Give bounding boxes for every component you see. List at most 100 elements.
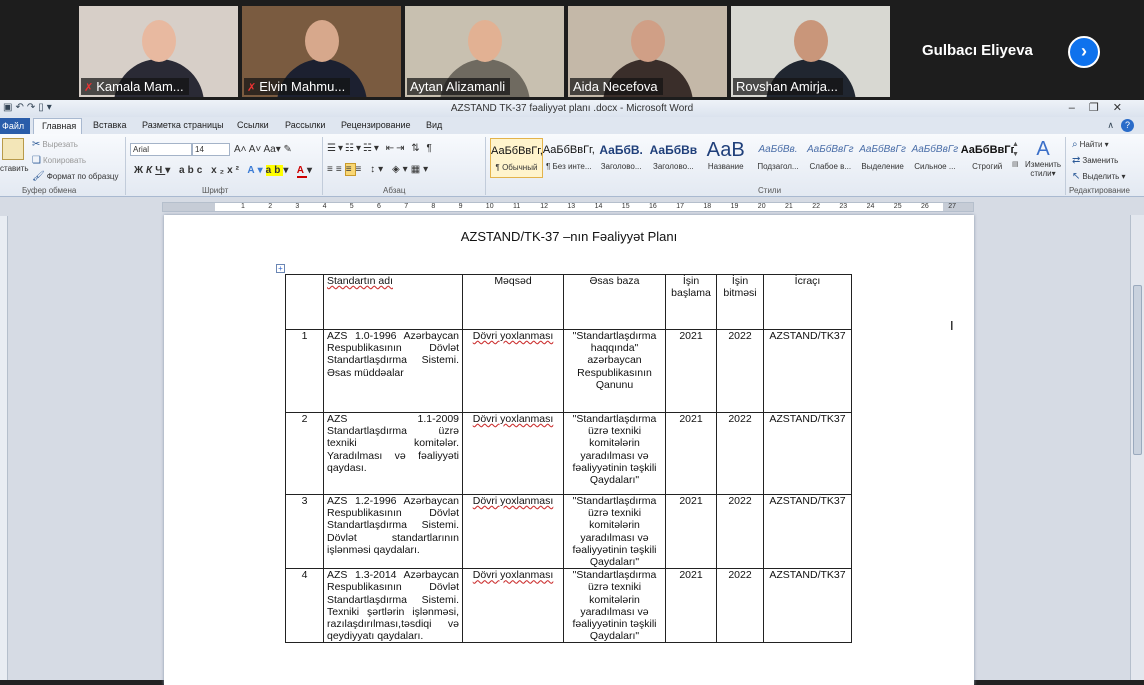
font-size-tools[interactable]: A˄ A˅ Aa▾ ✎: [234, 144, 292, 155]
cell-goal[interactable]: Dövri yoxlanması: [462, 568, 564, 644]
table-row[interactable]: 1 AZS 1.0-1996 Azərbaycan Respublikasının…: [285, 329, 852, 413]
tab-file[interactable]: Файл: [0, 118, 30, 134]
cell-number[interactable]: 4: [285, 568, 324, 644]
subscript-icon[interactable]: x₂: [211, 165, 227, 176]
cell-start[interactable]: 2021: [665, 329, 717, 413]
help-icon[interactable]: ?: [1121, 119, 1134, 132]
vertical-scrollbar[interactable]: [1130, 215, 1144, 680]
bullets-icon[interactable]: ☰▾: [327, 143, 345, 154]
borders-icon[interactable]: ▦▾: [411, 164, 431, 175]
align-center-icon[interactable]: ≡: [336, 164, 345, 175]
participant-tile[interactable]: Aytan Alizamanli: [405, 6, 564, 97]
cell-base[interactable]: "Standartlaşdırma üzrə texniki komitələr…: [563, 493, 666, 570]
style-item[interactable]: АаБбВвГг, ¶ Без инте...: [542, 138, 595, 178]
italic-icon[interactable]: К: [146, 165, 155, 176]
tab-references[interactable]: Ссылки: [237, 120, 269, 130]
list-buttons[interactable]: ☰▾☷▾☵▾ ⇤⇥ ⇅ ¶: [327, 143, 434, 154]
font-color-icon[interactable]: A: [296, 165, 307, 178]
line-spacing-icon[interactable]: ↕▾: [370, 164, 386, 175]
window-controls[interactable]: –❐✕: [1069, 101, 1136, 114]
tab-page-layout[interactable]: Разметка страницы: [142, 120, 224, 130]
participant-tile[interactable]: ✗ Kamala Mam...: [79, 6, 238, 97]
shrink-font-icon[interactable]: A˅: [249, 144, 262, 155]
cell-goal[interactable]: Dövri yoxlanması: [462, 493, 564, 570]
shading-icon[interactable]: ◈▾: [392, 164, 411, 175]
sort-icon[interactable]: ⇅: [411, 143, 421, 154]
highlight-icon[interactable]: ab: [265, 165, 284, 176]
style-item[interactable]: АаБбВвГг Сильное ...: [908, 138, 961, 178]
cell-end[interactable]: 2022: [716, 329, 764, 413]
justify-icon[interactable]: ≡: [356, 164, 365, 175]
close-icon[interactable]: ✕: [1113, 102, 1136, 114]
pilcrow-icon[interactable]: ¶: [426, 143, 433, 154]
cell-end[interactable]: 2022: [716, 568, 764, 644]
style-item[interactable]: АаБбВв. Подзагол...: [752, 138, 805, 178]
grow-font-icon[interactable]: A˄: [234, 144, 247, 155]
cell-end[interactable]: 2022: [716, 493, 764, 570]
cut-button[interactable]: ✂ Вырезать: [32, 139, 78, 150]
cell-standard-name[interactable]: AZS 1.2-1996 Azərbaycan Respublikasının …: [323, 493, 463, 570]
restore-icon[interactable]: ❐: [1089, 102, 1113, 114]
table-row[interactable]: 4 AZS 1.3-2014 Azərbaycan Respublikasının…: [285, 568, 852, 644]
paste-icon[interactable]: [2, 138, 24, 160]
change-styles-button[interactable]: A Изменить стили▾: [1024, 138, 1062, 178]
cell-standard-name[interactable]: AZS 1.0-1996 Azərbaycan Respublikasının …: [323, 329, 463, 413]
copy-button[interactable]: ❏ Копировать: [32, 155, 86, 166]
cell-start[interactable]: 2021: [665, 493, 717, 570]
cell-base[interactable]: "Standartlaşdırma üzrə texniki komitələr…: [563, 412, 666, 495]
style-item[interactable]: АаБбВвГг, ¶ Обычный: [490, 138, 543, 178]
minimize-icon[interactable]: –: [1069, 102, 1089, 114]
format-painter-button[interactable]: 🖌 Формат по образцу: [32, 171, 118, 182]
decrease-indent-icon[interactable]: ⇤: [386, 143, 396, 154]
change-case-icon[interactable]: Aa▾: [264, 144, 281, 155]
cell-executor[interactable]: AZSTAND/TK37: [763, 493, 852, 570]
plan-table[interactable]: Standartın adı Məqsəd Əsas baza İşin baş…: [285, 274, 852, 644]
cell-standard-name[interactable]: AZS 1.1-2009 Standartlaşdırma üzrə texni…: [323, 412, 463, 495]
participant-tile[interactable]: Rovshan Amirja...: [731, 6, 890, 97]
cell-executor[interactable]: AZSTAND/TK37: [763, 568, 852, 644]
cell-base[interactable]: "Standartlaşdırma üzrə texniki komitələr…: [563, 568, 666, 644]
style-item[interactable]: АаБбВв Заголово...: [647, 138, 700, 178]
cell-number[interactable]: 1: [285, 329, 324, 413]
cell-number[interactable]: 2: [285, 412, 324, 495]
tab-mailings[interactable]: Рассылки: [285, 120, 325, 130]
ribbon-minimize-icon[interactable]: ∧: [1107, 120, 1114, 131]
tab-view[interactable]: Вид: [426, 120, 442, 130]
multilevel-icon[interactable]: ☵▾: [363, 143, 381, 154]
table-move-handle[interactable]: +: [276, 264, 285, 273]
align-buttons[interactable]: ≡≡≡≡ ↕▾ ◈▾▦▾: [327, 163, 431, 176]
clear-format-icon[interactable]: ✎: [284, 144, 292, 155]
cell-goal[interactable]: Dövri yoxlanması: [462, 329, 564, 413]
participant-tile[interactable]: Aida Necefova: [568, 6, 727, 97]
font-size-combo[interactable]: 14: [192, 143, 230, 156]
superscript-icon[interactable]: x²: [227, 165, 242, 176]
cell-base[interactable]: "Standartlaşdırma haqqında" azərbaycan R…: [563, 329, 666, 413]
style-item[interactable]: АаБбВвГг, Строгий: [961, 138, 1014, 178]
align-left-icon[interactable]: ≡: [327, 164, 336, 175]
align-right-icon[interactable]: ≡: [344, 163, 356, 176]
font-name-combo[interactable]: Arial: [130, 143, 192, 156]
table-row[interactable]: 3 AZS 1.2-1996 Azərbaycan Respublikasının…: [285, 493, 852, 570]
underline-icon[interactable]: Ч: [155, 165, 165, 176]
tab-insert[interactable]: Вставка: [93, 120, 126, 130]
cell-start[interactable]: 2021: [665, 412, 717, 495]
document-page[interactable]: AZSTAND/TK-37 –nın Fəaliyyət Planı + Sta…: [164, 215, 974, 685]
cell-goal[interactable]: Dövri yoxlanması: [462, 412, 564, 495]
bold-icon[interactable]: Ж: [134, 165, 146, 176]
cell-number[interactable]: 3: [285, 493, 324, 570]
strike-icon[interactable]: abc: [179, 165, 205, 176]
participant-tile[interactable]: ✗ Elvin Mahmu...: [242, 6, 401, 97]
cell-end[interactable]: 2022: [716, 412, 764, 495]
increase-indent-icon[interactable]: ⇥: [396, 143, 406, 154]
tab-home[interactable]: Главная: [33, 118, 82, 134]
cell-executor[interactable]: AZSTAND/TK37: [763, 412, 852, 495]
font-format-buttons[interactable]: ЖКЧ▾ abc x₂x² A▾ab▾ A▾: [134, 165, 315, 178]
select-button[interactable]: ↖ Выделить ▾: [1072, 171, 1126, 182]
scrollbar-thumb[interactable]: [1133, 285, 1142, 455]
text-effects-icon[interactable]: A▾: [247, 165, 265, 176]
paste-button[interactable]: ставить: [0, 164, 29, 173]
replace-button[interactable]: ⇄ Заменить: [1072, 155, 1118, 166]
style-item[interactable]: АаБбВвГг Слабое в...: [804, 138, 857, 178]
style-item[interactable]: АаБбВ. Заголово...: [595, 138, 648, 178]
table-row[interactable]: 2 AZS 1.1-2009 Standartlaşdırma üzrə texn…: [285, 412, 852, 495]
